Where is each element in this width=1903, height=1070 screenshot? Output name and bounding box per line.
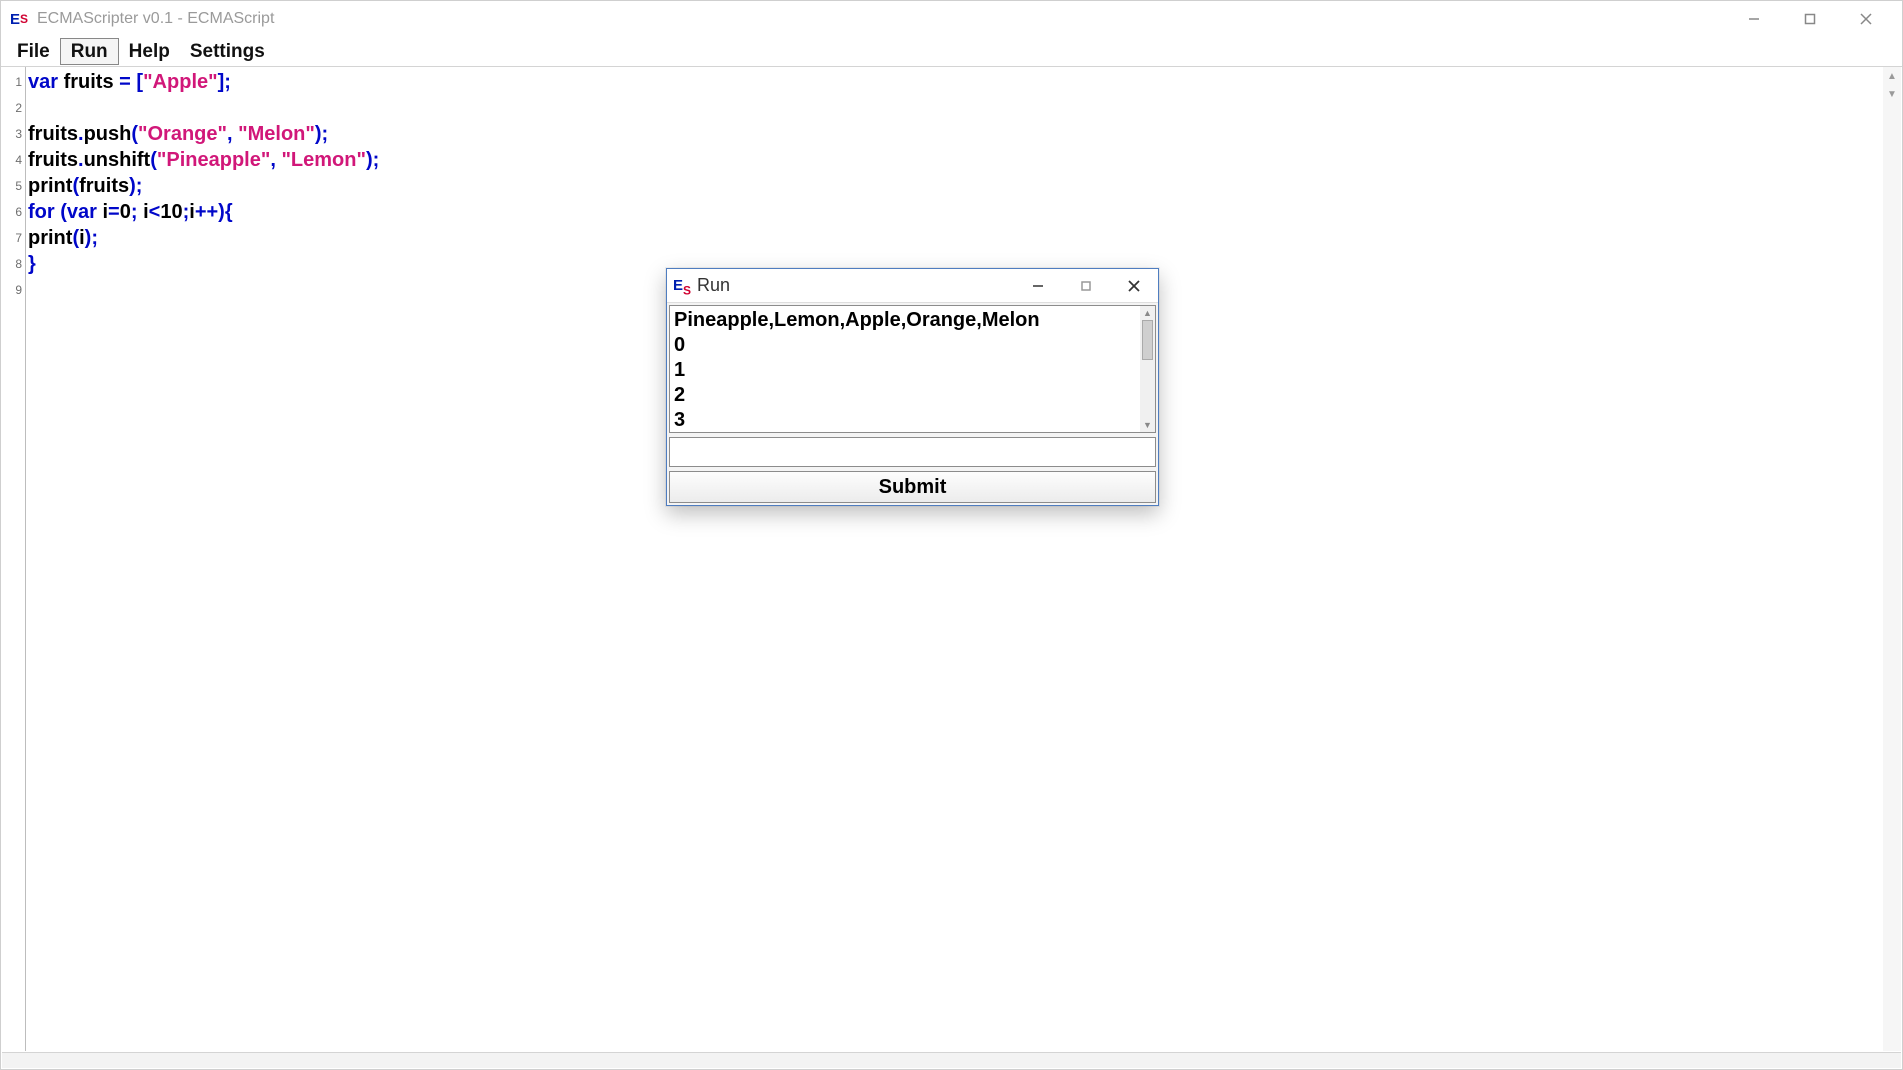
- line-number: 7: [2, 225, 25, 251]
- minimize-button[interactable]: [1726, 1, 1782, 37]
- editor-area[interactable]: 123456789 var fruits = ["Apple"];fruits.…: [2, 67, 1901, 1051]
- close-button[interactable]: [1838, 1, 1894, 37]
- editor-scrollbar[interactable]: ▲ ▼: [1883, 67, 1901, 1051]
- scroll-up-arrow-icon[interactable]: ▲: [1140, 306, 1155, 320]
- line-number-gutter: 123456789: [2, 67, 26, 1051]
- code-line[interactable]: print(fruits);: [28, 173, 1899, 199]
- line-number: 2: [2, 95, 25, 121]
- run-output-text[interactable]: Pineapple,Lemon,Apple,Orange,Melon0123: [670, 306, 1140, 432]
- line-number: 3: [2, 121, 25, 147]
- output-line: 1: [674, 358, 1136, 383]
- submit-button[interactable]: Submit: [669, 471, 1156, 503]
- menubar: FileRunHelpSettings: [1, 37, 1902, 67]
- run-input-field[interactable]: [669, 437, 1156, 467]
- run-output-scrollbar[interactable]: ▲ ▼: [1140, 306, 1155, 432]
- menu-item-settings[interactable]: Settings: [180, 37, 275, 66]
- app-icon: ES: [9, 9, 29, 29]
- run-output-panel: Pineapple,Lemon,Apple,Orange,Melon0123 ▲…: [669, 305, 1156, 433]
- run-maximize-button[interactable]: [1062, 269, 1110, 303]
- scroll-down-arrow-icon[interactable]: ▼: [1140, 418, 1155, 432]
- line-number: 6: [2, 199, 25, 225]
- output-line: Pineapple,Lemon,Apple,Orange,Melon: [674, 308, 1136, 333]
- output-line: 2: [674, 383, 1136, 408]
- window-title: ECMAScripter v0.1 - ECMAScript: [37, 10, 274, 28]
- output-line: 0: [674, 333, 1136, 358]
- menu-item-run[interactable]: Run: [60, 38, 119, 65]
- maximize-button[interactable]: [1782, 1, 1838, 37]
- main-titlebar: ES ECMAScripter v0.1 - ECMAScript: [1, 1, 1902, 37]
- run-titlebar[interactable]: ES Run: [667, 269, 1158, 303]
- output-line: 3: [674, 408, 1136, 432]
- line-number: 9: [2, 277, 25, 303]
- run-minimize-button[interactable]: [1014, 269, 1062, 303]
- main-window: ES ECMAScripter v0.1 - ECMAScript FileRu…: [0, 0, 1903, 1070]
- line-number: 4: [2, 147, 25, 173]
- window-controls: [1726, 1, 1894, 37]
- line-number: 8: [2, 251, 25, 277]
- run-window-controls: [1014, 269, 1158, 303]
- menu-item-file[interactable]: File: [7, 37, 60, 66]
- code-line[interactable]: for (var i=0; i<10;i++){: [28, 199, 1899, 225]
- code-editor[interactable]: var fruits = ["Apple"]; fruits.push("Oran…: [26, 67, 1901, 1051]
- statusbar: [2, 1052, 1901, 1068]
- scroll-down-arrow-icon[interactable]: ▼: [1883, 85, 1901, 103]
- line-number: 1: [2, 69, 25, 95]
- scrollbar-thumb[interactable]: [1142, 320, 1153, 360]
- code-line[interactable]: fruits.unshift("Pineapple", "Lemon");: [28, 147, 1899, 173]
- code-line[interactable]: [28, 95, 1899, 121]
- code-line[interactable]: print(i);: [28, 225, 1899, 251]
- run-close-button[interactable]: [1110, 269, 1158, 303]
- run-app-icon: ES: [673, 274, 691, 298]
- run-dialog-title: Run: [697, 275, 730, 296]
- run-dialog: ES Run Pineapple,Lemon,Apple,Orange,Melo…: [666, 268, 1159, 506]
- menu-item-help[interactable]: Help: [119, 37, 180, 66]
- scroll-up-arrow-icon[interactable]: ▲: [1883, 67, 1901, 85]
- code-line[interactable]: var fruits = ["Apple"];: [28, 69, 1899, 95]
- code-line[interactable]: fruits.push("Orange", "Melon");: [28, 121, 1899, 147]
- line-number: 5: [2, 173, 25, 199]
